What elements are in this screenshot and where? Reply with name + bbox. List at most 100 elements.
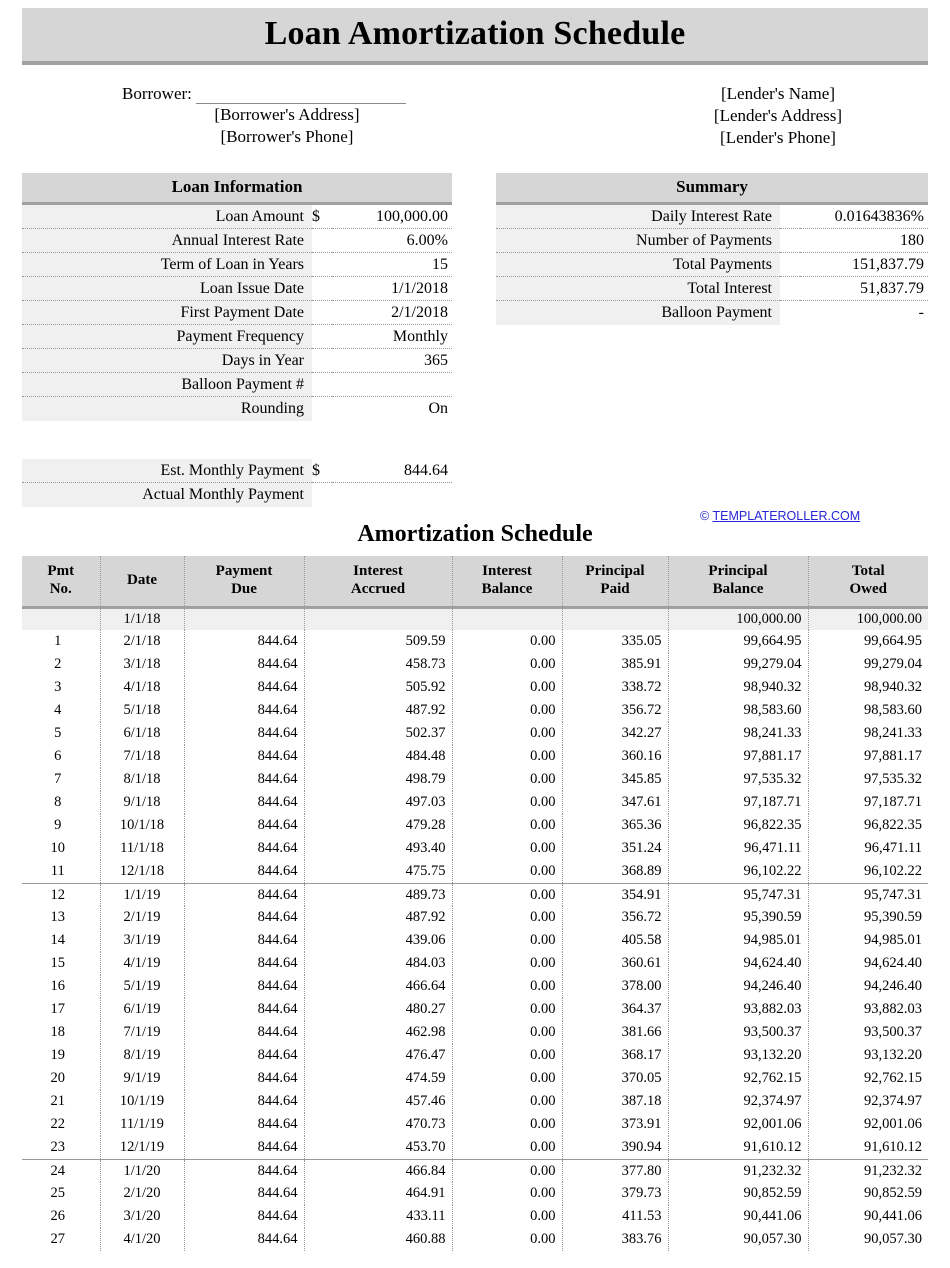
cell-interest-accrued: 439.06 bbox=[304, 929, 453, 953]
cell-payment-due: 844.64 bbox=[184, 882, 305, 907]
info-row-label: Loan Issue Date bbox=[22, 277, 312, 302]
table-row: 8 9/1/18 844.64 497.03 0.00 347.61 97,187.71 97… bbox=[22, 791, 928, 815]
cell-total-owed: 97,881.17 bbox=[864, 748, 922, 765]
info-row-value[interactable] bbox=[332, 483, 452, 508]
cell-interest-balance: 0.00 bbox=[452, 676, 563, 700]
cell-total-owed: 95,747.31 bbox=[808, 882, 928, 907]
cell-pmt: 15 bbox=[22, 952, 101, 976]
cell-pmt: 22 bbox=[22, 1113, 101, 1137]
info-row-value[interactable]: 51,837.79 bbox=[800, 277, 928, 302]
info-row-value[interactable]: 1/1/2018 bbox=[332, 277, 452, 302]
table-row: 6 7/1/18 844.64 484.48 0.00 360.16 97,881.17 97… bbox=[22, 745, 928, 769]
column-header: Principal Paid bbox=[562, 556, 669, 609]
templateroller-link[interactable]: TEMPLATEROLLER.COM bbox=[712, 509, 860, 523]
cell-pmt: 21 bbox=[22, 1090, 101, 1114]
cell-principal-paid: 335.05 bbox=[562, 630, 669, 654]
info-row-currency bbox=[312, 253, 332, 278]
cell-date: 7/1/19 bbox=[100, 1021, 185, 1045]
cell-pmt: 7 bbox=[22, 768, 101, 792]
copyright-symbol: © bbox=[700, 509, 710, 523]
cell-total-owed: 90,852.59 bbox=[864, 1185, 922, 1202]
info-row: Daily Interest Rate 0.01643836% bbox=[496, 205, 928, 230]
cell-payment-due: 844.64 bbox=[184, 630, 305, 654]
table-row: 12 1/1/19 844.64 489.73 0.00 354.91 95,747.31 9… bbox=[22, 882, 928, 907]
cell-interest-balance: 0.00 bbox=[452, 699, 563, 723]
info-row-value[interactable]: Monthly bbox=[332, 325, 452, 350]
info-row-value[interactable]: - bbox=[800, 301, 928, 326]
info-row-value[interactable]: 180 bbox=[800, 229, 928, 254]
cell-interest-balance: 0.00 bbox=[452, 1021, 563, 1045]
borrower-label: Borrower: bbox=[122, 84, 192, 104]
cell-pmt: 9 bbox=[22, 814, 101, 838]
cell-principal-paid: 385.91 bbox=[562, 653, 669, 677]
info-row-label: Term of Loan in Years bbox=[22, 253, 312, 278]
cell-total-owed: 99,664.95 bbox=[864, 633, 922, 650]
info-row: Total Interest 51,837.79 bbox=[496, 277, 928, 302]
cell-payment-due: 844.64 bbox=[184, 952, 305, 976]
table-row: 11 12/1/18 844.64 475.75 0.00 368.89 96,102.22… bbox=[22, 860, 928, 884]
cell-total-owed: 95,390.59 bbox=[864, 909, 922, 926]
info-row-value[interactable]: 844.64 bbox=[332, 459, 452, 484]
cell-date: 7/1/18 bbox=[100, 745, 185, 769]
info-row-currency bbox=[780, 277, 800, 302]
cell-total-owed: 98,583.60 bbox=[864, 702, 922, 719]
info-row-value[interactable]: 365 bbox=[332, 349, 452, 374]
cell-date: 6/1/18 bbox=[100, 722, 185, 746]
table-header-row: Pmt No. Date Payment Due Interest Accrued Inter… bbox=[22, 556, 928, 609]
cell-principal-balance: 91,610.12 bbox=[668, 1136, 809, 1160]
cell-interest-accrued: 480.27 bbox=[304, 998, 453, 1022]
info-row-label: Balloon Payment # bbox=[22, 373, 312, 398]
info-row-value[interactable]: 15 bbox=[332, 253, 452, 278]
cell-payment-due: 844.64 bbox=[184, 1021, 305, 1045]
cell-total-owed: 93,500.37 bbox=[864, 1024, 922, 1041]
cell-date: 9/1/18 bbox=[100, 791, 185, 815]
info-row-label: Actual Monthly Payment bbox=[22, 483, 312, 508]
templateroller-watermark[interactable]: © TEMPLATEROLLER.COM bbox=[700, 509, 860, 523]
cell-payment-due: 844.64 bbox=[184, 676, 305, 700]
cell-date: 8/1/18 bbox=[100, 768, 185, 792]
borrower-name-input[interactable] bbox=[195, 85, 406, 105]
cell-pmt: 18 bbox=[22, 1021, 101, 1045]
cell-payment-due: 844.64 bbox=[184, 975, 305, 999]
info-row-value[interactable]: 151,837.79 bbox=[800, 253, 928, 278]
page-title: Loan Amortization Schedule bbox=[264, 15, 686, 52]
cell-interest-accrued: 484.48 bbox=[304, 745, 453, 769]
info-row-value[interactable]: On bbox=[332, 397, 452, 422]
table-row: 10 11/1/18 844.64 493.40 0.00 351.24 96,471.11… bbox=[22, 837, 928, 861]
cell-date: 5/1/18 bbox=[100, 699, 185, 723]
info-row: Payment Frequency Monthly bbox=[22, 325, 452, 350]
cell-interest-accrued: 479.28 bbox=[304, 814, 453, 838]
info-row-currency: $ bbox=[312, 205, 332, 230]
cell-date: 12/1/19 bbox=[100, 1136, 185, 1160]
cell-principal-balance: 98,940.32 bbox=[668, 676, 809, 700]
cell-principal-balance: 90,852.59 bbox=[668, 1182, 809, 1206]
cell-principal-paid: 390.94 bbox=[562, 1136, 669, 1160]
cell-principal-balance: 96,471.11 bbox=[668, 837, 809, 861]
info-row: Rounding On bbox=[22, 397, 452, 422]
info-row-currency: $ bbox=[312, 459, 332, 484]
table-row: 26 3/1/20 844.64 433.11 0.00 411.53 90,441.06 9… bbox=[22, 1205, 928, 1229]
cell-interest-balance: 0.00 bbox=[452, 882, 563, 907]
cell-principal-paid: 373.91 bbox=[562, 1113, 669, 1137]
cell-interest-accrued bbox=[304, 607, 453, 631]
info-row-value[interactable]: 0.01643836% bbox=[800, 205, 928, 230]
loan-information-panel: Loan Information Loan Amount $100,000.00 A… bbox=[22, 173, 452, 422]
cell-date: 4/1/18 bbox=[100, 676, 185, 700]
cell-principal-balance: 94,624.40 bbox=[668, 952, 809, 976]
cell-interest-accrued: 457.46 bbox=[304, 1090, 453, 1114]
info-row-currency bbox=[312, 349, 332, 374]
info-row-value[interactable]: 2/1/2018 bbox=[332, 301, 452, 326]
info-row-value[interactable] bbox=[332, 373, 452, 398]
cell-total-owed: 94,246.40 bbox=[864, 978, 922, 995]
info-row-label: Loan Amount bbox=[22, 205, 312, 230]
info-row-value[interactable]: 6.00% bbox=[332, 229, 452, 254]
cell-pmt: 16 bbox=[22, 975, 101, 999]
cell-pmt: 12 bbox=[22, 882, 101, 907]
cell-pmt: 2 bbox=[22, 653, 101, 677]
cell-payment-due: 844.64 bbox=[184, 1067, 305, 1091]
cell-principal-balance: 98,241.33 bbox=[668, 722, 809, 746]
cell-interest-accrued: 466.64 bbox=[304, 975, 453, 999]
table-row: 1 2/1/18 844.64 509.59 0.00 335.05 99,664.95 99… bbox=[22, 630, 928, 654]
info-row-value[interactable]: 100,000.00 bbox=[332, 205, 452, 230]
cell-principal-balance: 99,664.95 bbox=[668, 630, 809, 654]
